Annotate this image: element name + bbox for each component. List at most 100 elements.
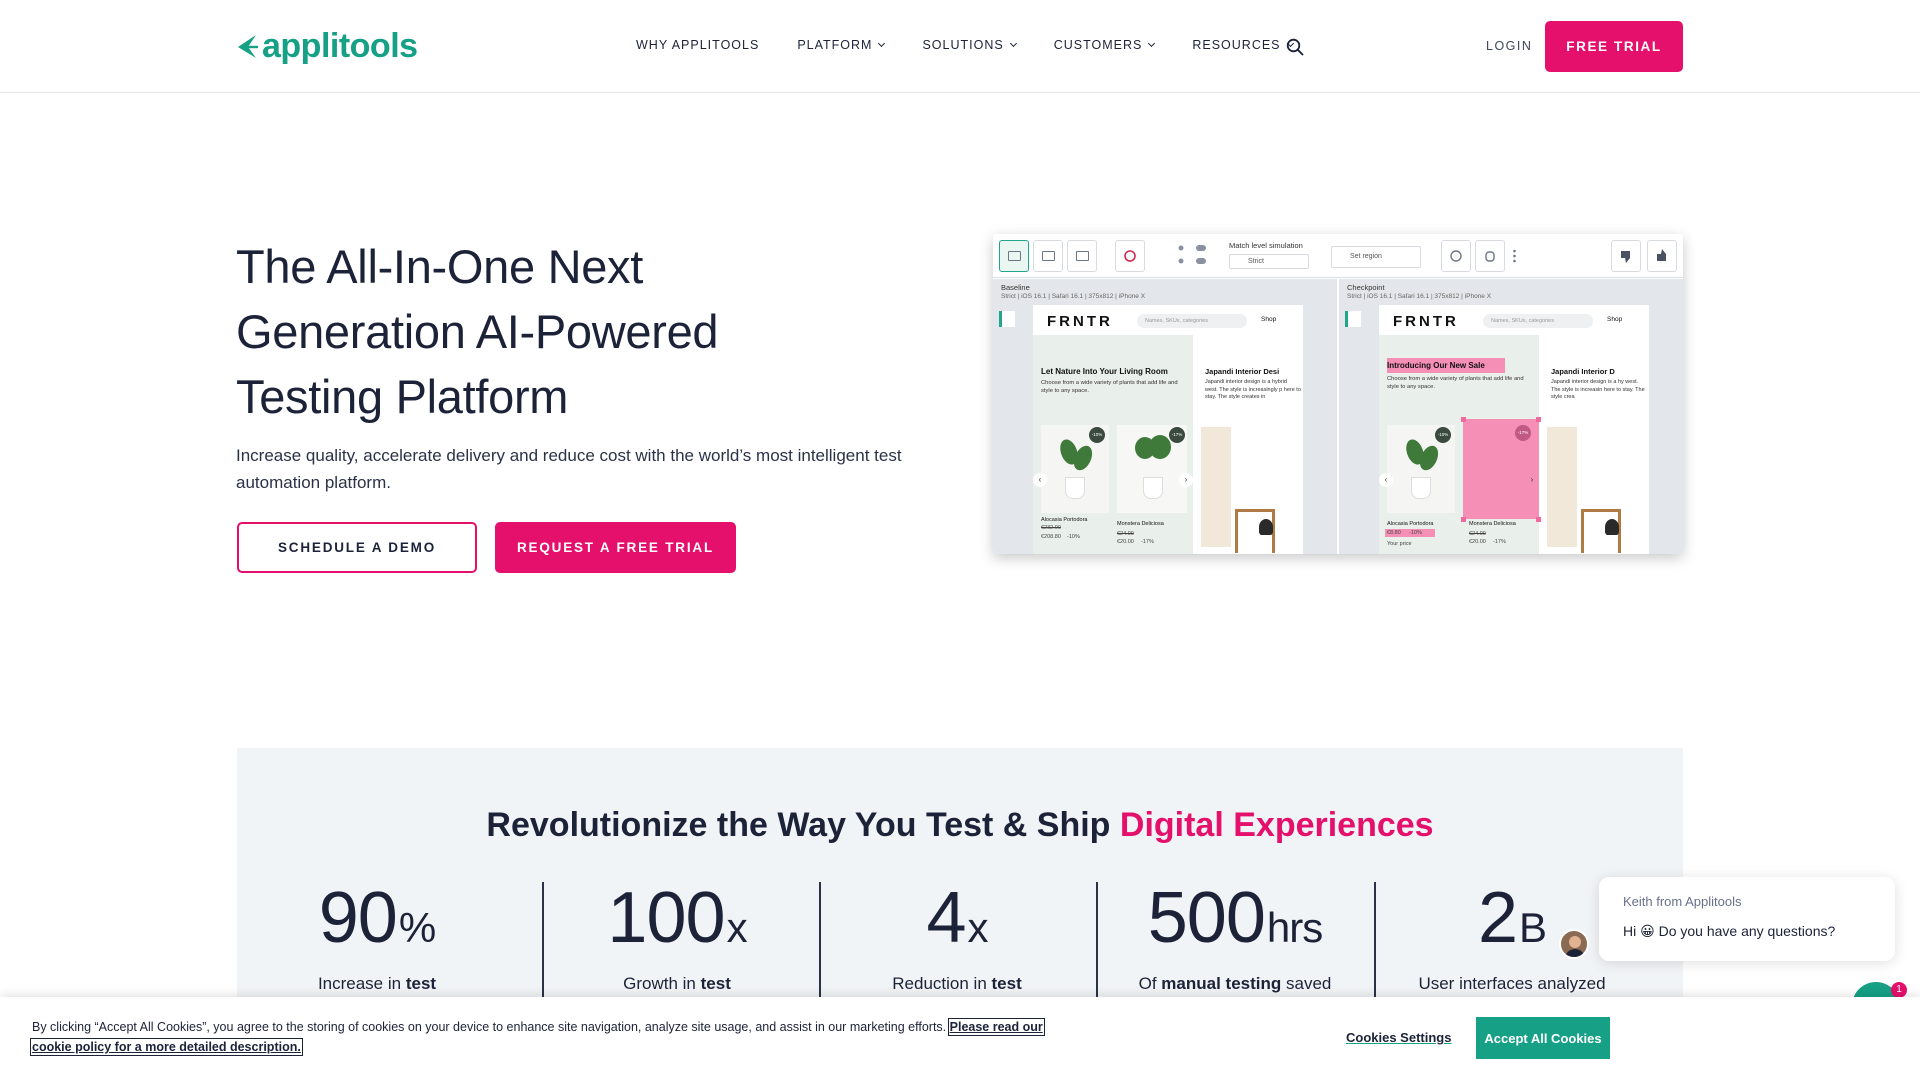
request-free-trial-button[interactable]: REQUEST A FREE TRIAL xyxy=(495,522,736,573)
discount: -17% xyxy=(1141,539,1154,545)
page-search: Names, SKUs, categories xyxy=(1483,314,1593,328)
nav-label: WHY APPLITOOLS xyxy=(636,38,760,52)
chat-popup[interactable]: Keith from Applitools Hi 😀 Do you have a… xyxy=(1599,877,1895,961)
page-search: Names, SKUs, categories xyxy=(1137,314,1247,328)
frntr-brand: FRNTR xyxy=(1393,313,1459,330)
card-text: Choose from a wide variety of plants tha… xyxy=(1041,380,1178,394)
stat-label-bold: test xyxy=(405,974,437,993)
plant-image: -17% xyxy=(1117,425,1187,513)
product-name: Monstera Deliciosa xyxy=(1117,521,1164,527)
frntr-brand: FRNTR xyxy=(1047,313,1113,330)
page-shop-link: Shop xyxy=(1261,316,1277,323)
discount: -17% xyxy=(1493,539,1506,545)
schedule-demo-button[interactable]: SCHEDULE A DEMO xyxy=(237,522,477,573)
unread-count-badge: 1 xyxy=(1891,982,1907,998)
checkpoint-title: Checkpoint xyxy=(1347,283,1385,292)
price-tag: Your price xyxy=(1387,541,1412,547)
side-card: Japandi Interior Desi Japandi interior d… xyxy=(1199,335,1303,554)
discount-badge: -17% xyxy=(1515,425,1531,441)
discount: -10% xyxy=(1409,530,1422,536)
checkpoint-view-icon xyxy=(1067,240,1097,272)
highlight-icon xyxy=(1115,240,1145,272)
old-price: €24.00 xyxy=(1117,531,1134,537)
page-shop-link: Shop xyxy=(1607,316,1623,323)
search-icon[interactable] xyxy=(1286,38,1304,56)
nav-platform[interactable]: PLATFORM xyxy=(797,38,886,52)
cookies-settings-button[interactable]: Cookies Settings xyxy=(1346,1030,1451,1045)
price: €20.00 xyxy=(1117,539,1134,545)
nav-why-applitools[interactable]: WHY APPLITOOLS xyxy=(636,38,759,52)
free-trial-button[interactable]: FREE TRIAL xyxy=(1545,21,1683,72)
chevron-down-icon xyxy=(878,39,886,48)
discount-badge: -17% xyxy=(1169,427,1185,443)
chevron-right-icon: › xyxy=(1179,473,1193,487)
stat-value: 4 xyxy=(926,878,966,958)
comment-icon xyxy=(1441,240,1471,272)
stat-unit: x xyxy=(967,904,989,951)
stat-label-bold: manual testing xyxy=(1161,974,1282,993)
screenshot-toolbar: Match level simulation Strict Set region xyxy=(993,234,1683,278)
match-level-label: Match level simulation xyxy=(1229,241,1303,250)
product-name: Monstera Deliciosa xyxy=(1469,521,1516,527)
nav-resources[interactable]: RESOURCES xyxy=(1192,38,1294,52)
stat-number: 100x xyxy=(557,878,797,968)
nav-solutions[interactable]: SOLUTIONS xyxy=(922,38,1017,52)
agent-avatar xyxy=(1559,929,1589,959)
stats-title: Revolutionize the Way You Test & Ship Di… xyxy=(237,806,1683,845)
stats-title-accent: Digital Experiences xyxy=(1119,806,1434,844)
applitools-logo-icon xyxy=(238,35,258,58)
price: €8.80 xyxy=(1387,530,1401,536)
stats-title-plain: Revolutionize the Way You Test & Ship xyxy=(486,806,1120,844)
site-header: applitools WHY APPLITOOLS PLATFORM SOLUT… xyxy=(0,0,1920,93)
stat-number: 90% xyxy=(277,878,477,968)
stat-label-pre: Increase in xyxy=(317,974,406,993)
chevron-down-icon xyxy=(1009,39,1017,48)
side-card-text: Japandi interior design is a hy west. Th… xyxy=(1551,379,1645,400)
discount-badge: -10% xyxy=(1435,427,1451,443)
nav-label: SOLUTIONS xyxy=(922,38,1004,52)
hero-card: Introducing Our New Sale Choose from a w… xyxy=(1379,335,1541,554)
main-nav: WHY APPLITOOLS PLATFORM SOLUTIONS CUSTOM… xyxy=(636,38,1331,52)
product-name: Alocasia Portodora xyxy=(1041,517,1088,523)
baseline-page: FRNTR Names, SKUs, categories Shop Let N… xyxy=(1033,305,1303,554)
login-link[interactable]: LOGIN xyxy=(1486,39,1532,53)
stat-label-post: saved xyxy=(1281,974,1332,993)
thumbs-up-icon xyxy=(1647,240,1677,272)
stat-label-pre: Growth in xyxy=(623,974,701,993)
plant-image: -10% xyxy=(1041,425,1109,513)
cookie-message: By clicking “Accept All Cookies”, you ag… xyxy=(32,1020,950,1034)
nav-label: PLATFORM xyxy=(797,38,873,52)
stat-label-bold: test xyxy=(991,974,1022,993)
applitools-logo[interactable]: applitools xyxy=(236,28,418,64)
bug-icon xyxy=(1475,240,1505,272)
logo-text: applitools xyxy=(262,27,418,65)
checkpoint-panel: Checkpoint Strict | iOS 16.1 | Safari 16… xyxy=(1339,279,1683,554)
chevron-left-icon: ‹ xyxy=(1033,473,1047,487)
side-by-side-view-icon xyxy=(999,240,1029,272)
stat-label: Growth in test xyxy=(557,974,797,994)
thumbs-down-icon xyxy=(1611,240,1641,272)
chevron-right-icon: › xyxy=(1530,475,1534,484)
stat-number: 4x xyxy=(837,878,1077,968)
plant-image: -10% xyxy=(1387,425,1455,513)
stat-label-pre: Of xyxy=(1138,974,1162,993)
discount-badge: -10% xyxy=(1089,427,1105,443)
chevron-down-icon xyxy=(1148,39,1156,48)
cookie-text: By clicking “Accept All Cookies”, you ag… xyxy=(30,1017,1062,1057)
chevron-left-icon: ‹ xyxy=(1379,473,1393,487)
old-price: €24.00 xyxy=(1469,531,1486,537)
stat-label-bold: test xyxy=(700,974,731,993)
baseline-view-icon xyxy=(1033,240,1063,272)
side-card-text: Japandi interior design is a hybrid west… xyxy=(1205,379,1301,400)
side-card-title: Japandi Interior Desi xyxy=(1205,367,1280,376)
baseline-meta: Strict | iOS 16.1 | Safari 16.1 | 375x81… xyxy=(1001,293,1146,300)
nav-customers[interactable]: CUSTOMERS xyxy=(1054,38,1156,52)
stat-unit: x xyxy=(726,904,748,951)
stat-value: 100 xyxy=(607,878,725,958)
set-region-select: Set region xyxy=(1331,246,1421,268)
product-screenshot: Match level simulation Strict Set region… xyxy=(993,234,1683,554)
card-text: Choose from a wide variety of plants tha… xyxy=(1387,376,1524,390)
stat-label: Reduction in test xyxy=(837,974,1077,994)
hero-card: Let Nature Into Your Living Room Choose … xyxy=(1033,335,1193,554)
accept-all-cookies-button[interactable]: Accept All Cookies xyxy=(1476,1017,1610,1059)
